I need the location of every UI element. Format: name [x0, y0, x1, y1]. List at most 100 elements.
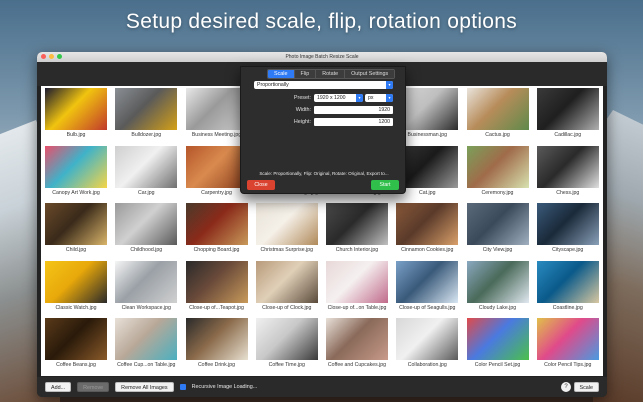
image-cell[interactable]: Coffee Beans.jpg — [41, 316, 111, 374]
image-cell[interactable]: Close-up of...Teapot.jpg — [182, 259, 252, 317]
image-filename: Coffee Drink.jpg — [197, 362, 236, 368]
image-cell[interactable]: Cactus.jpg — [463, 86, 533, 144]
scale-button[interactable]: Scale — [573, 382, 599, 392]
image-cell[interactable]: Coffee Time.jpg — [252, 316, 322, 374]
close-window-button[interactable] — [41, 54, 46, 59]
image-thumbnail[interactable] — [536, 203, 599, 245]
image-filename: Child.jpg — [65, 247, 87, 253]
image-cell[interactable]: Church Interior.jpg — [322, 201, 392, 259]
image-cell[interactable]: Cinnamon Cookies.jpg — [392, 201, 462, 259]
image-cell[interactable]: Cadillac.jpg — [533, 86, 603, 144]
image-thumbnail[interactable] — [185, 88, 248, 130]
image-thumbnail[interactable] — [185, 318, 248, 360]
image-filename: City View.jpg — [482, 247, 513, 253]
add-button[interactable]: Add... — [45, 382, 72, 392]
minimize-window-button[interactable] — [49, 54, 54, 59]
image-cell[interactable]: Christmas Surprise.jpg — [252, 201, 322, 259]
image-filename: Cityscape.jpg — [552, 247, 584, 253]
image-thumbnail[interactable] — [326, 318, 388, 360]
image-filename: Christmas Surprise.jpg — [260, 247, 313, 253]
image-thumbnail[interactable] — [466, 203, 529, 245]
image-thumbnail[interactable] — [115, 260, 178, 303]
image-cell[interactable]: Classic Watch.jpg — [41, 259, 111, 317]
image-thumbnail[interactable] — [45, 203, 107, 245]
image-cell[interactable]: Child.jpg — [41, 201, 111, 259]
help-button[interactable]: ? — [561, 382, 571, 392]
image-cell[interactable]: Cloudy Lake.jpg — [463, 259, 533, 317]
image-cell[interactable]: Coastline.jpg — [533, 259, 603, 317]
image-cell[interactable]: City View.jpg — [463, 201, 533, 259]
image-thumbnail[interactable] — [185, 260, 248, 303]
image-thumbnail[interactable] — [45, 318, 107, 360]
image-filename: Collaboration.jpg — [407, 362, 447, 368]
image-thumbnail[interactable] — [466, 88, 529, 130]
image-thumbnail[interactable] — [45, 145, 107, 188]
height-field[interactable]: 1200 — [314, 118, 393, 126]
image-cell[interactable]: Coffee Drink.jpg — [182, 316, 252, 374]
image-thumbnail[interactable] — [115, 318, 178, 360]
image-thumbnail[interactable] — [115, 145, 178, 188]
image-cell[interactable]: Coffee and Cupcakes.jpg — [322, 316, 392, 374]
image-cell[interactable]: Close-up of Seagulls.jpg — [392, 259, 462, 317]
tab-rotate[interactable]: Rotate — [315, 70, 345, 78]
tab-scale[interactable]: Scale — [268, 70, 294, 78]
chevron-down-icon: ▾ — [356, 94, 363, 102]
image-cell[interactable]: Childhood.jpg — [111, 201, 181, 259]
tab-flip[interactable]: Flip — [293, 70, 316, 78]
image-cell[interactable]: Color Pencil Set.jpg — [463, 316, 533, 374]
image-cell[interactable]: Car.jpg — [111, 144, 181, 202]
image-thumbnail[interactable] — [536, 145, 599, 188]
image-cell[interactable]: Collaboration.jpg — [392, 316, 462, 374]
scale-mode-select[interactable]: Proportionally ▾ — [254, 81, 393, 89]
start-button[interactable]: Start — [371, 180, 399, 190]
image-thumbnail[interactable] — [255, 203, 318, 245]
image-cell[interactable]: Bulldozer.jpg — [111, 86, 181, 144]
image-thumbnail[interactable] — [396, 260, 459, 303]
image-thumbnail[interactable] — [255, 318, 318, 360]
image-cell[interactable]: Close-up of Clock.jpg — [252, 259, 322, 317]
zoom-window-button[interactable] — [57, 54, 62, 59]
image-thumbnail[interactable] — [255, 260, 318, 303]
image-cell[interactable]: Coffee Cup...on Table.jpg — [111, 316, 181, 374]
image-cell[interactable]: Chess.jpg — [533, 144, 603, 202]
preset-select[interactable]: 1920 x 1200 ▾ — [314, 94, 363, 102]
image-cell[interactable]: Ceremony.jpg — [463, 144, 533, 202]
recursive-loading-checkbox[interactable] — [179, 384, 186, 390]
marketing-headline: Setup desired scale, flip, rotation opti… — [125, 10, 518, 33]
image-thumbnail[interactable] — [115, 88, 178, 130]
tab-output-settings[interactable]: Output Settings — [344, 70, 395, 78]
remove-button[interactable]: Remove — [77, 382, 110, 392]
image-thumbnail[interactable] — [536, 318, 599, 360]
image-thumbnail[interactable] — [536, 260, 599, 303]
image-thumbnail[interactable] — [466, 318, 529, 360]
image-thumbnail[interactable] — [45, 88, 107, 130]
image-cell[interactable]: Close-up of...on Table.jpg — [322, 259, 392, 317]
close-button[interactable]: Close — [247, 180, 275, 190]
remove-all-images-button[interactable]: Remove All Images — [115, 382, 174, 392]
unit-select[interactable]: px ▾ — [365, 94, 393, 102]
image-thumbnail[interactable] — [185, 203, 248, 245]
image-thumbnail[interactable] — [326, 203, 388, 245]
image-thumbnail[interactable] — [466, 260, 529, 303]
image-cell[interactable]: Cityscape.jpg — [533, 201, 603, 259]
image-filename: Cloudy Lake.jpg — [478, 304, 517, 311]
image-cell[interactable]: Canopy Art Work.jpg — [41, 144, 111, 202]
image-thumbnail[interactable] — [45, 260, 107, 303]
image-cell[interactable]: Color Pencil Tips.jpg — [533, 316, 603, 374]
image-thumbnail[interactable] — [536, 88, 599, 130]
image-thumbnail[interactable] — [396, 203, 459, 245]
image-filename: Cinnamon Cookies.jpg — [401, 247, 454, 253]
image-filename: Cadillac.jpg — [554, 132, 582, 138]
image-cell[interactable]: Clean Workspace.jpg — [111, 259, 181, 317]
image-filename: Coffee Time.jpg — [268, 362, 305, 368]
image-filename: Color Pencil Tips.jpg — [544, 362, 592, 368]
width-field[interactable]: 1920 — [314, 106, 393, 114]
image-thumbnail[interactable] — [396, 318, 459, 360]
image-thumbnail[interactable] — [185, 145, 248, 188]
image-cell[interactable]: Chopping Board.jpg — [182, 201, 252, 259]
image-thumbnail[interactable] — [466, 145, 529, 188]
options-tabs: Scale Flip Rotate Output Settings — [267, 69, 396, 79]
image-thumbnail[interactable] — [326, 260, 388, 303]
image-cell[interactable]: Bulb.jpg — [41, 86, 111, 144]
image-thumbnail[interactable] — [115, 203, 178, 245]
